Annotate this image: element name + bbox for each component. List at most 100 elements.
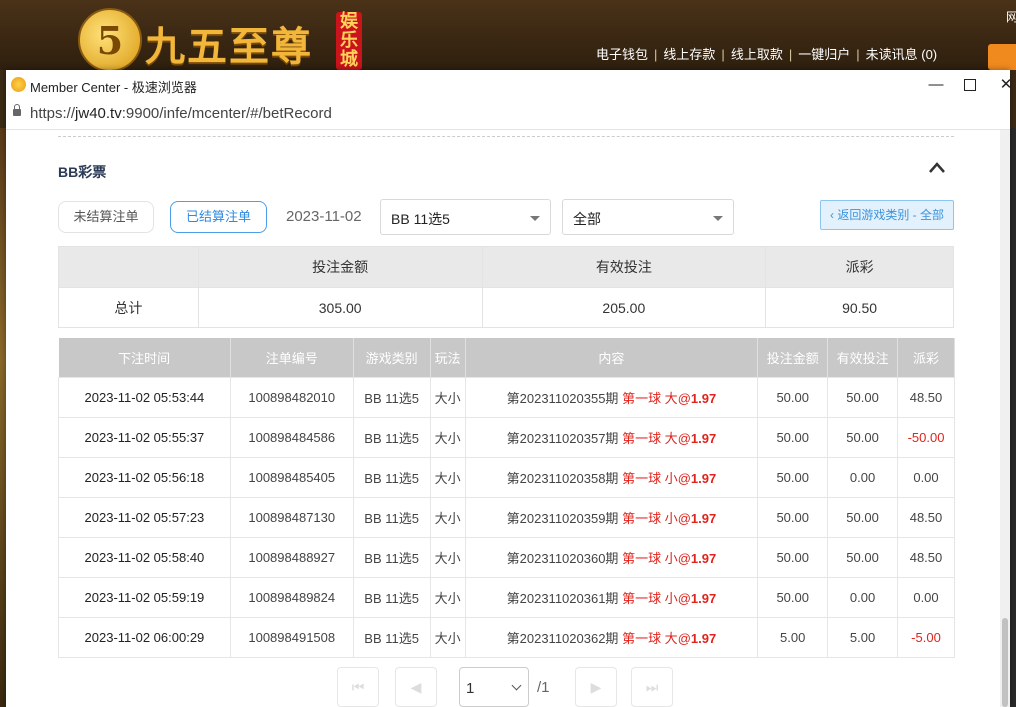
nav-online-withdraw[interactable]: 线上取款 <box>731 44 783 63</box>
cell-bet-time: 2023-11-02 05:58:40 <box>58 537 231 578</box>
chevron-up-icon[interactable] <box>928 160 946 174</box>
table-row: 2023-11-02 05:59:19 100898489824 BB 11选5 大小… <box>58 577 955 618</box>
content-odds: 1.97 <box>690 391 717 406</box>
cell-payout: 48.50 <box>897 377 955 418</box>
summary-total-row: 总计 305.00 205.00 90.50 <box>58 287 954 328</box>
cell-content: 第202311020362期 第一球 大@1.97 <box>464 617 759 658</box>
cell-play: 大小 <box>429 577 466 618</box>
divider <box>58 136 954 137</box>
cell-content: 第202311020358期 第一球 小@1.97 <box>464 457 759 498</box>
cell-bet-id: 100898485405 <box>229 457 354 498</box>
records-body: 2023-11-02 05:53:44 100898482010 BB 11选5 大小… <box>58 377 955 658</box>
content-pick: 第一球 小 <box>622 591 678 606</box>
dropdown-arrow-icon <box>713 216 723 221</box>
type-select[interactable]: 全部 <box>562 199 734 235</box>
table-row: 2023-11-02 05:57:23 100898487130 BB 11选5 大小… <box>58 497 955 538</box>
lock-icon <box>13 104 21 116</box>
header-bet-time: 下注时间 <box>58 338 231 378</box>
right-icon: ▶ <box>590 679 602 695</box>
game-select-value: BB 11选5 <box>391 211 450 227</box>
top-nav: 电子钱包 | 线上存款 | 线上取款 | 一键归户 | 未读讯息 (0) <box>596 44 937 63</box>
content-period: 第202311020355期 <box>506 391 619 406</box>
maximize-button[interactable] <box>952 70 988 100</box>
last-page-button[interactable]: ⏭ <box>631 667 673 707</box>
cell-valid-bet: 50.00 <box>827 497 898 538</box>
cell-bet-time: 2023-11-02 05:53:44 <box>58 377 231 418</box>
cell-bet-id: 100898482010 <box>229 377 354 418</box>
close-button[interactable]: ✕ <box>988 70 1016 100</box>
bet-records-table: 下注时间 注单编号 游戏类别 玩法 内容 投注金额 有效投注 派彩 2023-1… <box>58 338 955 658</box>
cell-play: 大小 <box>429 417 466 458</box>
cell-bet-id: 100898484586 <box>229 417 354 458</box>
cell-bet-amount: 50.00 <box>757 497 829 538</box>
cell-content: 第202311020359期 第一球 小@1.97 <box>464 497 759 538</box>
browser-app-icon <box>11 77 26 92</box>
cell-valid-bet: 50.00 <box>827 537 898 578</box>
scrollbar[interactable] <box>1000 130 1010 707</box>
cell-bet-time: 2023-11-02 06:00:29 <box>58 617 231 658</box>
top-right-text[interactable]: 网 <box>1006 8 1016 25</box>
header-bet-amount: 投注金额 <box>757 338 829 378</box>
cell-game-type: BB 11选5 <box>352 497 431 538</box>
summary-header-cell: 投注金额 <box>197 246 483 288</box>
cell-bet-amount: 50.00 <box>757 457 829 498</box>
page-select-value: 1 <box>466 680 475 697</box>
content-odds: 1.97 <box>690 631 717 646</box>
content-period: 第202311020360期 <box>506 551 619 566</box>
content-pick: 第一球 大 <box>622 631 678 646</box>
cell-valid-bet: 50.00 <box>827 417 898 458</box>
cell-payout: 0.00 <box>897 457 955 498</box>
cell-valid-bet: 50.00 <box>827 377 898 418</box>
nav-unread-messages[interactable]: 未读讯息 (0) <box>866 44 938 63</box>
content-odds: 1.97 <box>690 511 717 526</box>
cell-payout: 48.50 <box>897 497 955 538</box>
cell-game-type: BB 11选5 <box>352 537 431 578</box>
back-to-game-category-button[interactable]: ‹ 返回游戏类别 - 全部 <box>820 200 954 230</box>
nav-one-click-transfer[interactable]: 一键归户 <box>798 44 850 63</box>
content-period: 第202311020358期 <box>506 471 619 486</box>
site-logo-icon: 5 <box>78 8 142 72</box>
nav-e-wallet[interactable]: 电子钱包 <box>596 44 648 63</box>
cell-content: 第202311020360期 第一球 小@1.97 <box>464 537 759 578</box>
first-page-button[interactable]: ⏮ <box>337 667 379 707</box>
site-header: 5 九五至尊 娱乐城 电子钱包 | 线上存款 | 线上取款 | 一键归户 | 未读讯息 (0) … <box>0 0 1016 72</box>
cell-bet-time: 2023-11-02 05:59:19 <box>58 577 231 618</box>
summary-header-cell: 派彩 <box>765 246 954 288</box>
scrollbar-thumb[interactable] <box>1002 618 1008 707</box>
date-filter[interactable]: 2023-11-02 <box>286 208 362 225</box>
double-right-icon: ⏭ <box>645 679 659 695</box>
settled-bets-button[interactable]: 已结算注单 <box>170 201 267 233</box>
content-period: 第202311020357期 <box>506 431 619 446</box>
url-text[interactable]: https://jw40.tv:9900/infe/mcenter/#/betR… <box>30 105 332 122</box>
cell-play: 大小 <box>429 497 466 538</box>
table-row: 2023-11-02 05:53:44 100898482010 BB 11选5 大小… <box>58 377 955 418</box>
left-icon: ◀ <box>410 679 422 695</box>
cell-play: 大小 <box>429 457 466 498</box>
next-page-button[interactable]: ▶ <box>575 667 617 707</box>
address-bar[interactable]: https://jw40.tv:9900/infe/mcenter/#/betR… <box>6 100 1010 130</box>
site-logo-badge: 娱乐城 <box>336 12 362 70</box>
unsettled-bets-button[interactable]: 未结算注单 <box>58 201 154 233</box>
window-titlebar[interactable]: Member Center - 极速浏览器 — ✕ <box>6 70 1012 100</box>
cell-content: 第202311020357期 第一球 大@1.97 <box>464 417 759 458</box>
summary-valid-bet: 205.00 <box>481 287 767 328</box>
summary-header-row: 投注金额 有效投注 派彩 <box>58 246 954 288</box>
prev-page-button[interactable]: ◀ <box>395 667 437 707</box>
page-select[interactable]: 1 <box>459 667 529 707</box>
orange-tab[interactable] <box>988 44 1016 70</box>
content-period: 第202311020362期 <box>506 631 619 646</box>
summary-total-label: 总计 <box>58 287 199 328</box>
cell-valid-bet: 5.00 <box>827 617 898 658</box>
cell-game-type: BB 11选5 <box>352 457 431 498</box>
game-select[interactable]: BB 11选5 <box>380 199 551 235</box>
cell-game-type: BB 11选5 <box>352 377 431 418</box>
summary-bet-amount: 305.00 <box>197 287 483 328</box>
maximize-icon <box>964 79 976 92</box>
header-valid-bet: 有效投注 <box>827 338 898 378</box>
cell-bet-time: 2023-11-02 05:56:18 <box>58 457 231 498</box>
page-total: /1 <box>537 679 550 696</box>
minimize-button[interactable]: — <box>918 70 954 100</box>
table-row: 2023-11-02 05:58:40 100898488927 BB 11选5 大小… <box>58 537 955 578</box>
nav-online-deposit[interactable]: 线上存款 <box>663 44 715 63</box>
content-pick: 第一球 小 <box>622 511 678 526</box>
